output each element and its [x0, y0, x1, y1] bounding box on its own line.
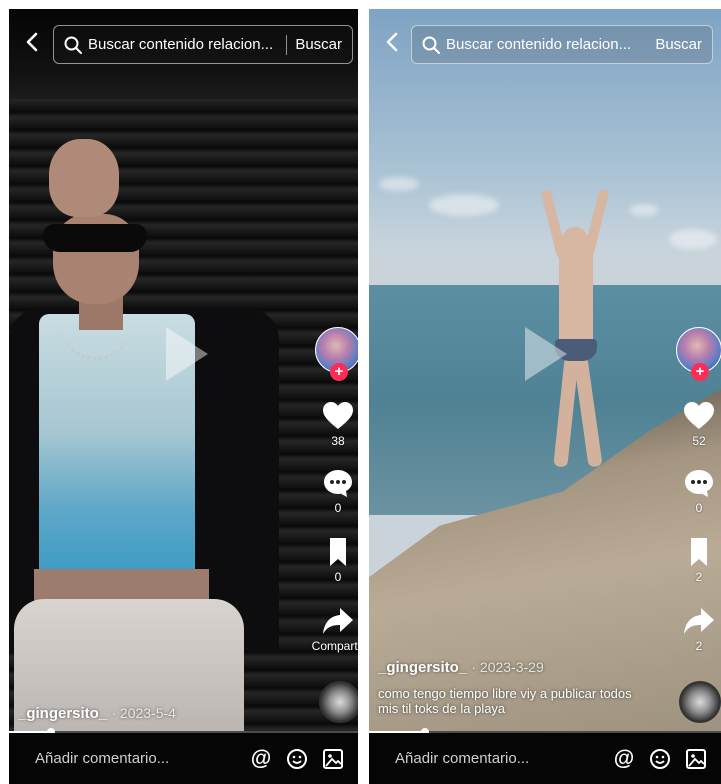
- image-button[interactable]: [685, 748, 707, 770]
- share-icon: [684, 608, 714, 634]
- play-icon[interactable]: [166, 327, 208, 381]
- author-avatar[interactable]: +: [676, 327, 721, 381]
- comment-bar: Añadir comentario... @: [9, 733, 358, 784]
- share-label: Compartir: [311, 639, 358, 653]
- search-button[interactable]: Buscar: [655, 36, 702, 53]
- back-button[interactable]: [19, 27, 45, 57]
- video-panel-2[interactable]: Buscar contenido relacion... Buscar + 52…: [369, 9, 721, 784]
- emoji-icon: [650, 748, 670, 769]
- emoji-icon: [287, 748, 307, 769]
- comment-icon: [685, 470, 713, 497]
- share-count: 2: [695, 639, 703, 653]
- search-button[interactable]: Buscar: [295, 36, 342, 53]
- comment-bar: Añadir comentario... @: [369, 733, 721, 784]
- search-bar[interactable]: Buscar contenido relacion... Buscar: [53, 25, 353, 64]
- back-button[interactable]: [379, 27, 405, 57]
- like-count: 38: [331, 434, 345, 448]
- share-button[interactable]: 2: [683, 606, 715, 653]
- search-input[interactable]: Buscar contenido relacion...: [88, 36, 278, 53]
- mention-button[interactable]: @: [250, 746, 272, 770]
- comment-button[interactable]: 0: [322, 468, 354, 515]
- back-icon: [26, 32, 38, 52]
- author-avatar[interactable]: +: [315, 327, 358, 381]
- comment-count: 0: [334, 501, 342, 515]
- comment-count: 0: [695, 501, 703, 515]
- action-rail: + 52 0 2 2: [674, 327, 721, 653]
- music-disc[interactable]: [679, 681, 721, 723]
- emoji-button[interactable]: [649, 748, 671, 770]
- bookmark-icon: [330, 538, 346, 566]
- comment-input[interactable]: Añadir comentario...: [395, 750, 613, 767]
- like-button[interactable]: 38: [322, 401, 354, 448]
- author-name[interactable]: _gingersito_: [18, 705, 107, 722]
- search-input[interactable]: Buscar contenido relacion...: [446, 36, 655, 53]
- post-date: · 2023-3-29: [471, 659, 544, 675]
- comment-button[interactable]: 0: [683, 468, 715, 515]
- image-icon: [686, 748, 706, 769]
- action-rail: + 38 0 0 Compartir: [312, 327, 358, 653]
- follow-button[interactable]: +: [330, 363, 348, 381]
- search-divider: [286, 34, 288, 55]
- heart-icon: [323, 402, 353, 429]
- search-icon: [422, 36, 440, 54]
- save-count: 0: [334, 570, 342, 584]
- comment-input[interactable]: Añadir comentario...: [35, 750, 250, 767]
- at-icon: @: [613, 746, 635, 770]
- bookmark-icon: [691, 538, 707, 566]
- share-icon: [323, 608, 353, 634]
- image-icon: [323, 748, 343, 769]
- play-icon[interactable]: [525, 327, 567, 381]
- search-icon: [64, 36, 82, 54]
- image-button[interactable]: [322, 748, 344, 770]
- share-button[interactable]: Compartir: [312, 606, 358, 653]
- video-caption: como tengo tiempo libre viy a publicar t…: [378, 686, 632, 716]
- author-name[interactable]: _gingersito_: [378, 659, 467, 676]
- emoji-button[interactable]: [286, 748, 308, 770]
- author-line[interactable]: _gingersito_ · 2023-3-29: [378, 659, 544, 676]
- search-bar[interactable]: Buscar contenido relacion... Buscar: [411, 25, 713, 64]
- music-disc[interactable]: [319, 681, 358, 723]
- heart-icon: [684, 402, 714, 429]
- save-button[interactable]: 0: [322, 537, 354, 584]
- follow-button[interactable]: +: [691, 363, 709, 381]
- like-button[interactable]: 52: [683, 401, 715, 448]
- at-icon: @: [250, 746, 272, 770]
- comment-icon: [324, 470, 352, 497]
- save-count: 2: [695, 570, 703, 584]
- like-count: 52: [692, 434, 706, 448]
- post-date: · 2023-5-4: [111, 705, 176, 721]
- mention-button[interactable]: @: [613, 746, 635, 770]
- save-button[interactable]: 2: [683, 537, 715, 584]
- author-line[interactable]: _gingersito_ · 2023-5-4: [18, 705, 176, 722]
- back-icon: [386, 32, 398, 52]
- video-panel-1[interactable]: Buscar contenido relacion... Buscar + 38…: [9, 9, 358, 784]
